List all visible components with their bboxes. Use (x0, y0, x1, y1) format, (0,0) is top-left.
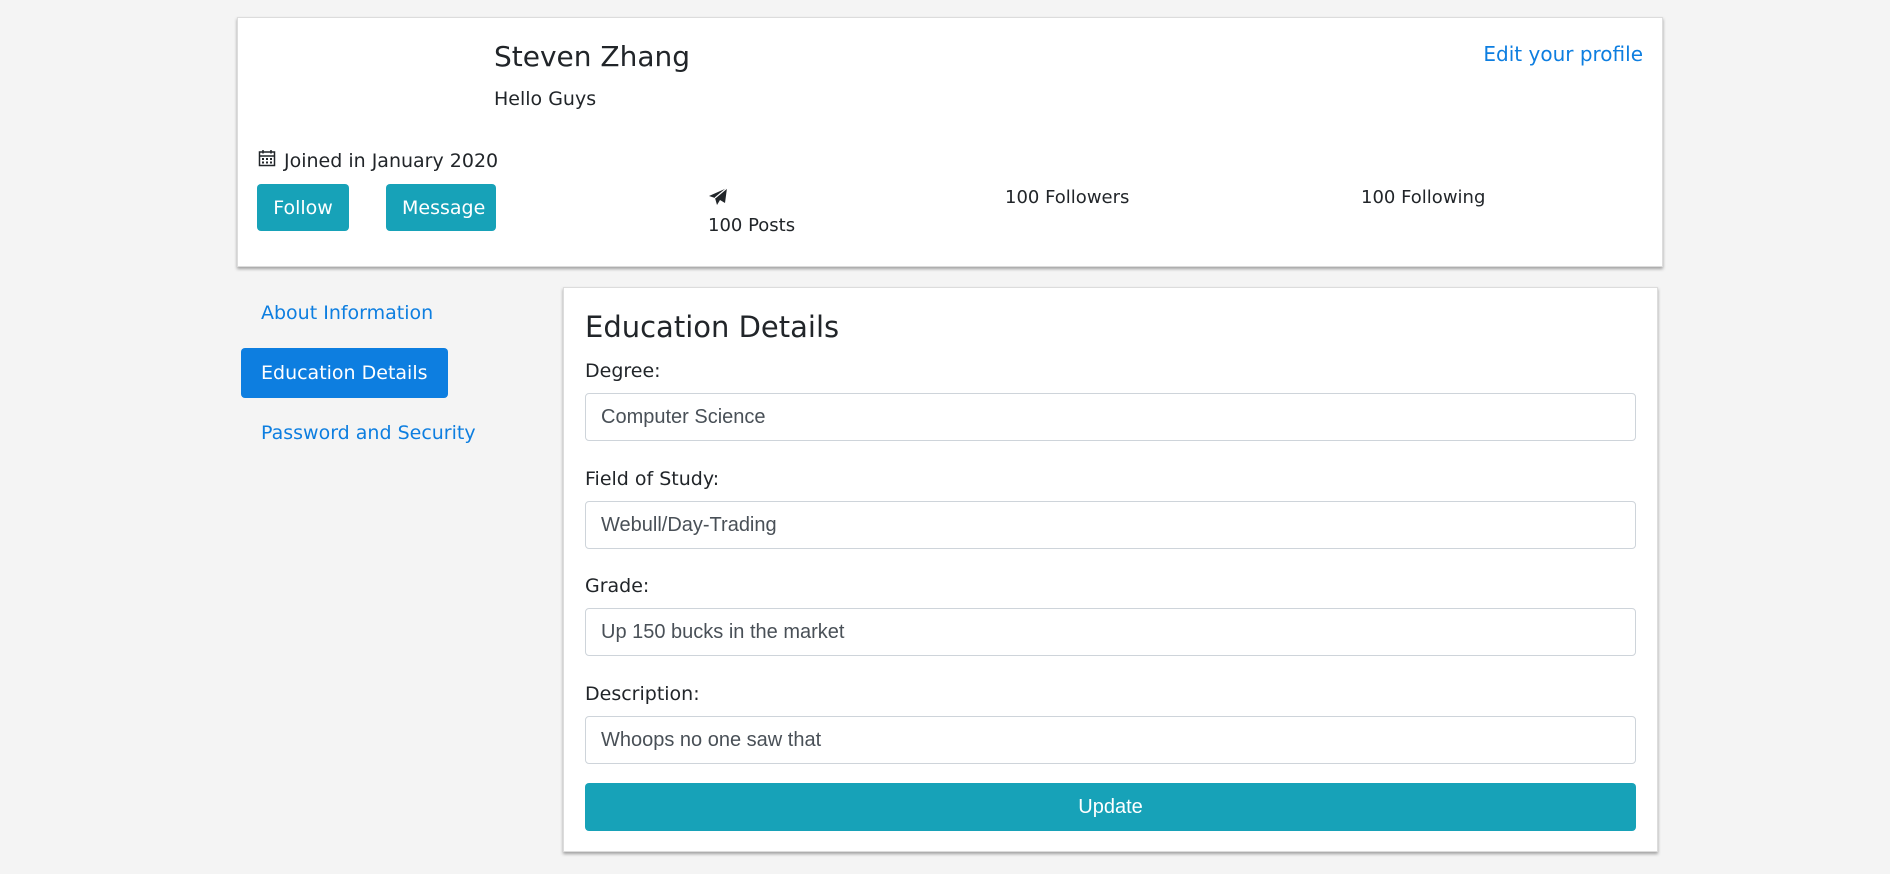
degree-label: Degree: (585, 360, 661, 382)
profile-card: Steven Zhang Hello Guys Edit your profil… (237, 17, 1663, 267)
posts-count: 100 Posts (708, 215, 796, 236)
following-count[interactable]: 100 Following (1361, 187, 1485, 208)
message-button[interactable]: Message (386, 184, 496, 231)
joined-date: Joined in January 2020 (258, 149, 498, 172)
sidebar-item-about[interactable]: About Information (241, 288, 453, 338)
description-label: Description: (585, 683, 700, 705)
profile-bio: Hello Guys (494, 88, 597, 110)
grade-input[interactable] (585, 608, 1636, 656)
description-input[interactable] (585, 716, 1636, 764)
edit-profile-link[interactable]: Edit your profile (1483, 42, 1643, 66)
followers-count[interactable]: 100 Followers (1005, 187, 1129, 208)
section-title: Education Details (585, 310, 840, 344)
sidebar-item-security[interactable]: Password and Security (241, 408, 496, 458)
grade-label: Grade: (585, 575, 650, 597)
joined-text: Joined in January 2020 (284, 149, 499, 172)
follow-button[interactable]: Follow (257, 184, 349, 231)
settings-sidebar: About Information Education Details Pass… (241, 288, 541, 468)
posts-stat: 100 Posts (708, 187, 795, 236)
field-of-study-label: Field of Study: (585, 468, 720, 490)
education-card: Education Details Degree: Field of Study… (563, 287, 1658, 852)
paper-plane-icon (708, 187, 728, 211)
sidebar-item-education[interactable]: Education Details (241, 348, 448, 398)
calendar-icon (258, 149, 276, 172)
profile-name: Steven Zhang (494, 40, 691, 73)
degree-input[interactable] (585, 393, 1636, 441)
field-of-study-input[interactable] (585, 501, 1636, 549)
update-button[interactable]: Update (585, 783, 1636, 831)
